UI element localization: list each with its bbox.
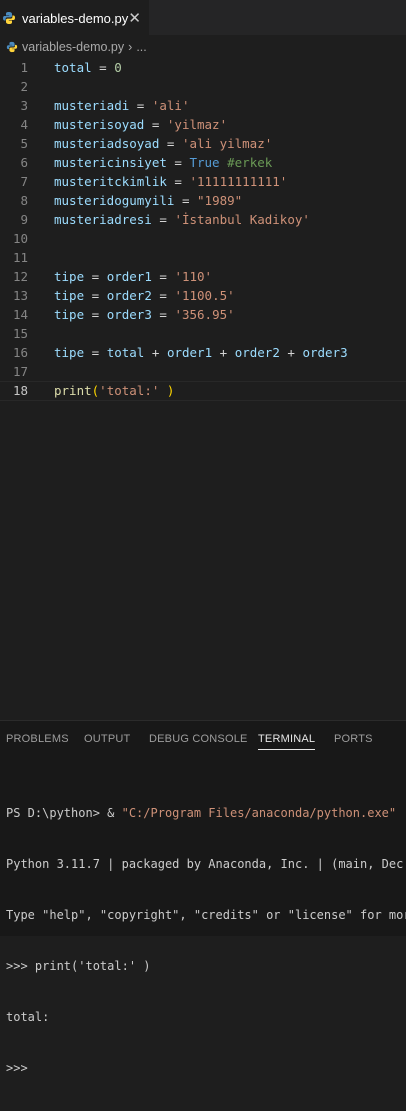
terminal-line: Python 3.11.7 | packaged by Anaconda, In… <box>6 857 404 871</box>
terminal-line: total: <box>6 1010 50 1024</box>
close-icon[interactable]: ✕ <box>128 9 141 27</box>
code-line[interactable]: 11 <box>0 248 406 267</box>
code-line[interactable]: 15 <box>0 324 406 343</box>
code-line[interactable]: 14 tipe = order3 = '356.95' <box>0 305 406 324</box>
breadcrumb-file[interactable]: variables-demo.py <box>22 40 124 54</box>
terminal-output[interactable]: PS D:\python> & "C:/Program Files/anacon… <box>6 771 406 1111</box>
code-text: musterisoyad = 'yilmaz' <box>54 117 228 132</box>
tab-label: variables-demo.py <box>22 10 129 26</box>
line-number: 9 <box>20 212 28 227</box>
line-number: 12 <box>12 269 28 284</box>
terminal-line: Type "help", "copyright", "credits" or "… <box>6 908 406 922</box>
code-line[interactable]: 1 total = 0 <box>0 58 406 77</box>
code-line[interactable]: 16 tipe = total + order1 + order2 + order… <box>0 343 406 362</box>
code-line[interactable]: 6 mustericinsiyet = True #erkek <box>0 153 406 172</box>
code-line[interactable]: 12 tipe = order1 = '110' <box>0 267 406 286</box>
code-line[interactable]: 3 musteriadi = 'ali' <box>0 96 406 115</box>
code-line[interactable]: 17 <box>0 362 406 381</box>
line-number: 18 <box>12 383 28 398</box>
line-number: 14 <box>12 307 28 322</box>
terminal-python-path: "C:/Program Files/anaconda/python.exe" <box>121 806 397 820</box>
code-line[interactable]: 10 <box>0 229 406 248</box>
python-file-icon <box>3 12 15 24</box>
code-text: tipe = order1 = '110' <box>54 269 213 284</box>
code-text: total = 0 <box>54 60 122 75</box>
code-text: mustericinsiyet = True #erkek <box>54 155 273 170</box>
line-number: 8 <box>20 193 28 208</box>
line-number: 15 <box>12 326 28 341</box>
line-number: 2 <box>20 79 28 94</box>
terminal-command-line: PS D:\python> & "C:/Program Files/anacon… <box>6 805 406 822</box>
line-number: 7 <box>20 174 28 189</box>
line-number: 10 <box>12 231 28 246</box>
code-editor[interactable]: 1 total = 0 2 3 musteriadi = 'ali' 4 musteriso… <box>0 58 406 720</box>
code-line[interactable]: 2 <box>0 77 406 96</box>
terminal-prompt: PS D:\python> & <box>6 806 122 820</box>
line-number: 11 <box>12 250 28 265</box>
tab-debug-console[interactable]: DEBUG CONSOLE <box>149 733 248 745</box>
line-number: 5 <box>20 136 28 151</box>
python-file-icon <box>6 41 18 53</box>
code-text: tipe = order3 = '356.95' <box>54 307 235 322</box>
code-text: musteridogumyili = "1989" <box>54 193 243 208</box>
code-text: musteriadsoyad = 'ali yilmaz' <box>54 136 273 151</box>
code-text: musteriadresi = 'İstanbul Kadikoy' <box>54 212 310 227</box>
code-line[interactable]: 13 tipe = order2 = '1100.5' <box>0 286 406 305</box>
code-line[interactable]: 7 musteritckimlik = '11111111111' <box>0 172 406 191</box>
line-number: 16 <box>12 345 28 360</box>
code-text: tipe = total + order1 + order2 + order3 <box>54 345 348 360</box>
line-number: 13 <box>12 288 28 303</box>
code-text: tipe = order2 = '1100.5' <box>54 288 235 303</box>
panel-tabs: PROBLEMS OUTPUT DEBUG CONSOLE TERMINAL P… <box>0 721 406 759</box>
tab-output[interactable]: OUTPUT <box>84 733 130 745</box>
breadcrumb-separator: › <box>128 40 133 54</box>
code-text: musteritckimlik = '11111111111' <box>54 174 288 189</box>
code-line[interactable]: 18 print('total:' ) <box>0 381 406 401</box>
code-text: print('total:' ) <box>54 383 175 398</box>
tab-terminal[interactable]: TERMINAL <box>258 733 316 750</box>
terminal-line: >>> <box>6 1061 28 1075</box>
code-line[interactable]: 4 musterisoyad = 'yilmaz' <box>0 115 406 134</box>
line-number: 6 <box>20 155 28 170</box>
breadcrumb: variables-demo.py › ... <box>0 37 406 57</box>
code-line[interactable]: 5 musteriadsoyad = 'ali yilmaz' <box>0 134 406 153</box>
tab-problems[interactable]: PROBLEMS <box>6 733 69 745</box>
bottom-panel: PROBLEMS OUTPUT DEBUG CONSOLE TERMINAL P… <box>0 720 406 1075</box>
breadcrumb-more[interactable]: ... <box>136 40 146 54</box>
terminal-line: >>> print('total:' ) <box>6 959 151 973</box>
code-text: musteriadi = 'ali' <box>54 98 190 113</box>
editor-tab-bar: variables-demo.py ✕ <box>0 0 406 35</box>
line-number: 4 <box>20 117 28 132</box>
line-number: 17 <box>12 364 28 379</box>
tab-ports[interactable]: PORTS <box>334 733 373 745</box>
code-line[interactable]: 8 musteridogumyili = "1989" <box>0 191 406 210</box>
line-number: 1 <box>20 60 28 75</box>
line-number: 3 <box>20 98 28 113</box>
tab-variables-demo[interactable]: variables-demo.py ✕ <box>0 0 149 35</box>
code-line[interactable]: 9 musteriadresi = 'İstanbul Kadikoy' <box>0 210 406 229</box>
